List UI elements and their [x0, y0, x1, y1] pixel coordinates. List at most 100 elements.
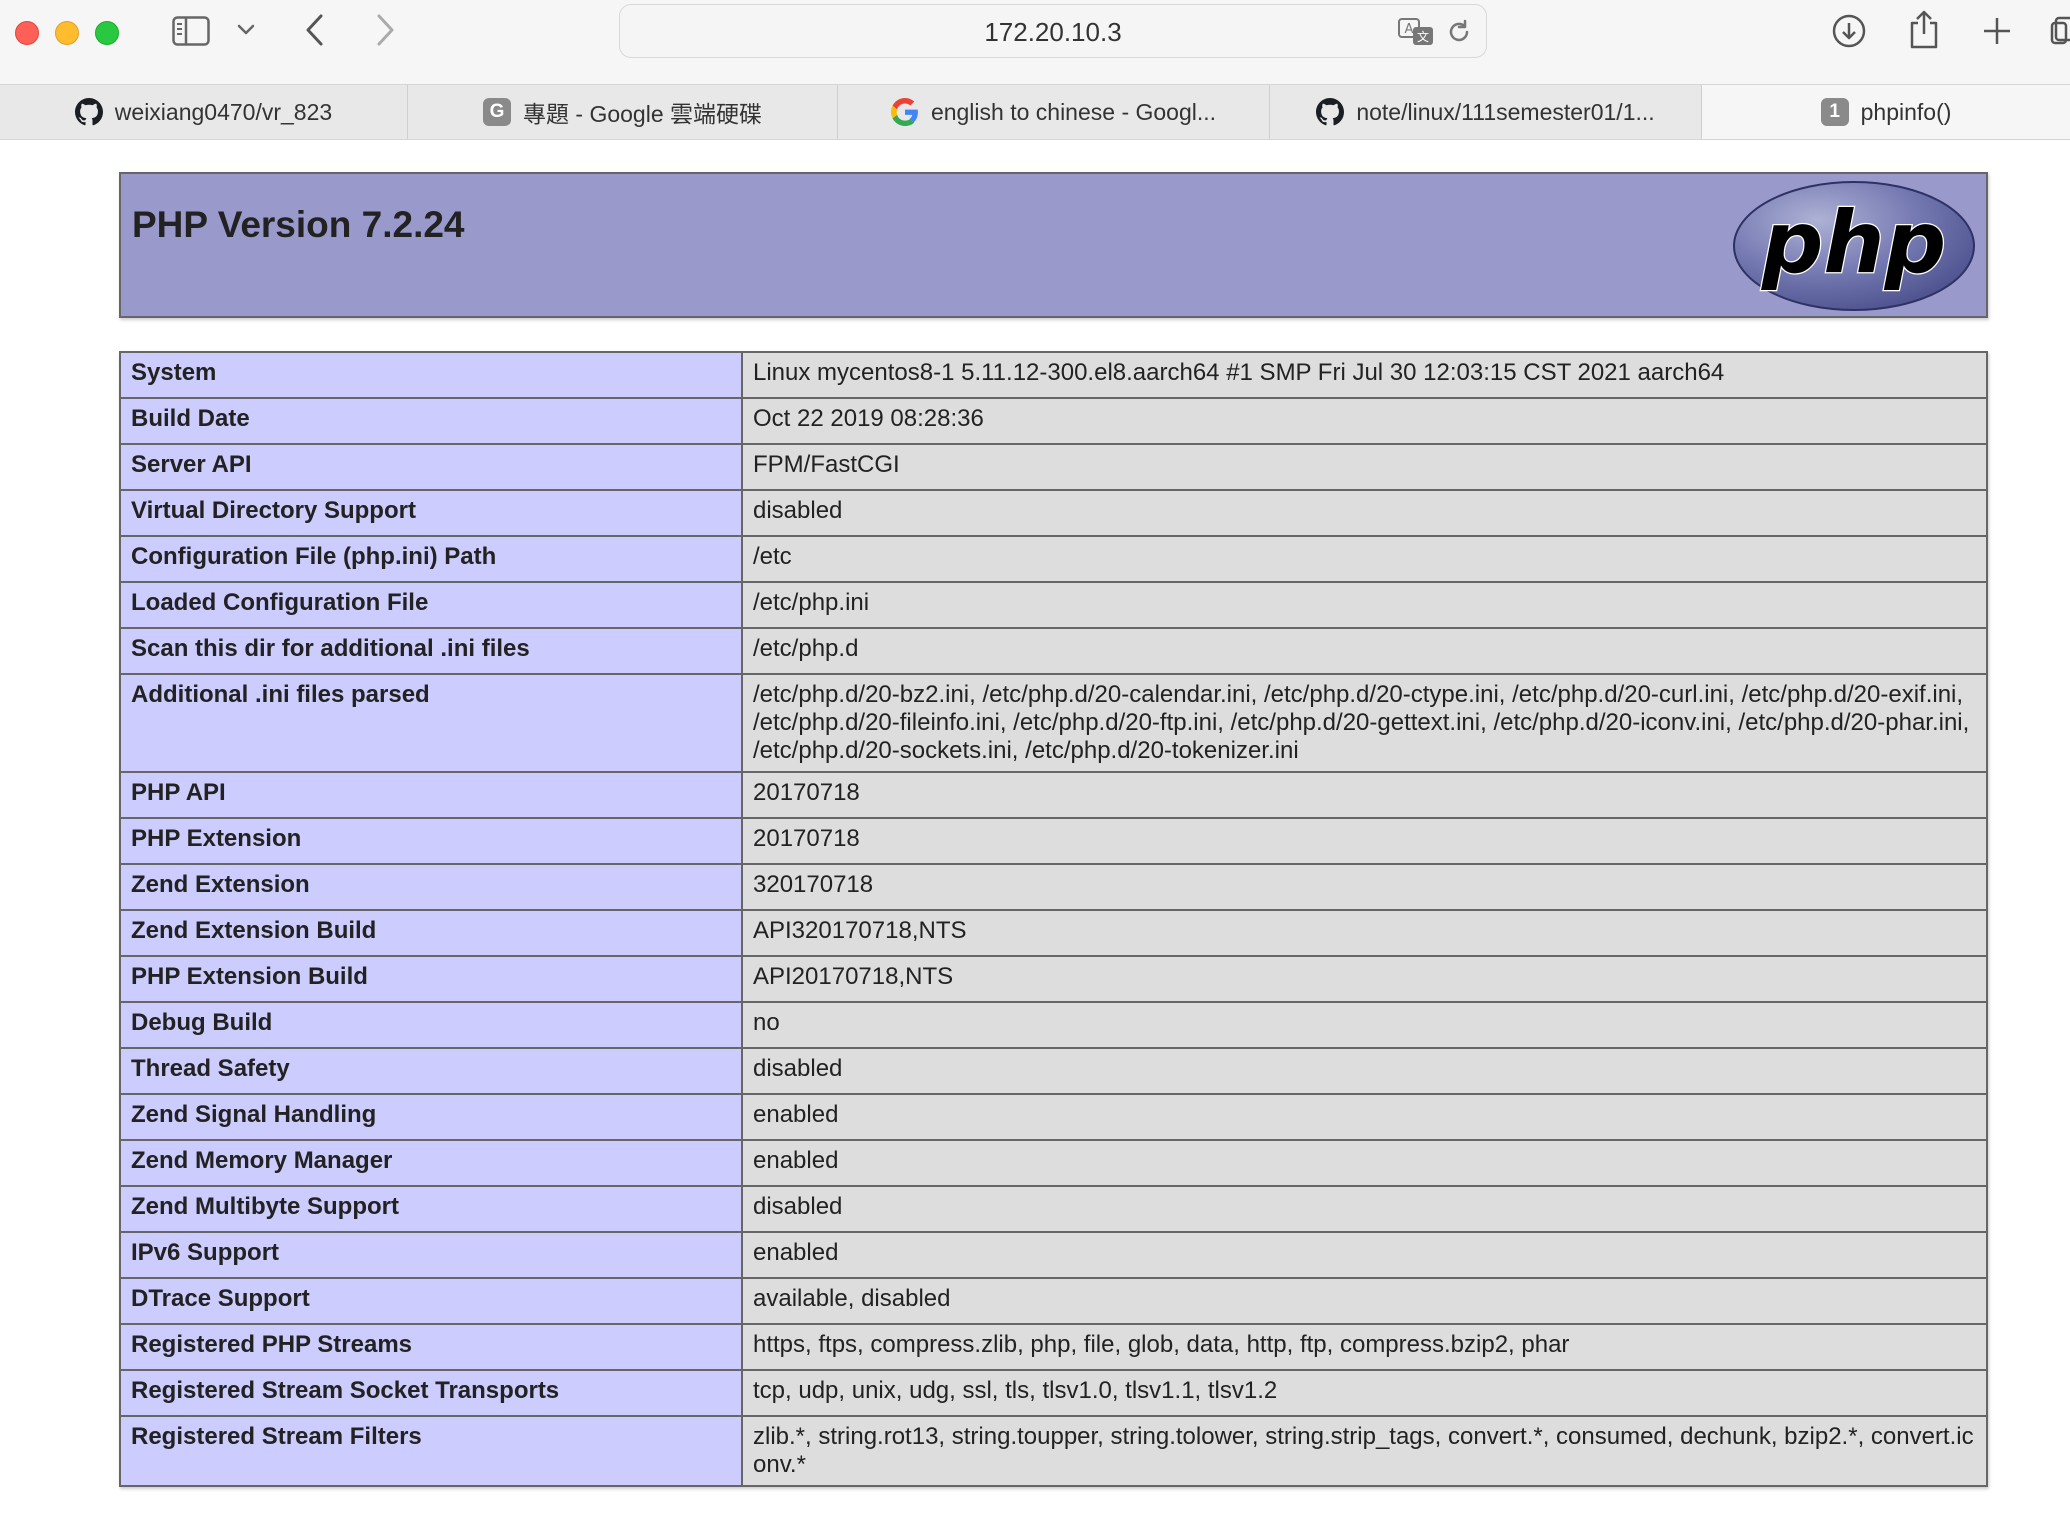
share-icon[interactable]	[1906, 8, 1942, 50]
g-badge-icon: G	[483, 98, 511, 126]
github-icon	[74, 98, 103, 126]
zoom-window-button[interactable]	[95, 21, 119, 45]
setting-value: /etc/php.d	[741, 627, 1988, 675]
table-row: System Linux mycentos8-1 5.11.12-300.el8.…	[119, 351, 1988, 399]
table-row: Zend Memory Manager enabled	[119, 1139, 1988, 1187]
setting-name: Registered PHP Streams	[119, 1323, 743, 1371]
table-row: Registered Stream Filters zlib.*, string.…	[119, 1415, 1988, 1487]
table-row: Virtual Directory Support disabled	[119, 489, 1988, 537]
setting-value: enabled	[741, 1093, 1988, 1141]
tab-label: english to chinese - Googl...	[930, 98, 1217, 125]
tab-bar: weixiang0470/vr_823 G 專題 - Google 雲端硬碟 e…	[0, 84, 2070, 140]
setting-value: available, disabled	[741, 1277, 1988, 1325]
setting-name: PHP API	[119, 771, 743, 819]
setting-value: /etc/php.ini	[741, 581, 1988, 629]
table-row: Server API FPM/FastCGI	[119, 443, 1988, 491]
table-row: Zend Extension Build API320170718,NTS	[119, 909, 1988, 957]
forward-icon[interactable]	[370, 12, 400, 48]
setting-name: Loaded Configuration File	[119, 581, 743, 629]
table-row: PHP Extension 20170718	[119, 817, 1988, 865]
setting-value: 320170718	[741, 863, 1988, 911]
tab-label: weixiang0470/vr_823	[114, 98, 333, 125]
google-icon	[890, 98, 919, 126]
setting-value: FPM/FastCGI	[741, 443, 1988, 491]
php-logo-text: php	[1761, 193, 1946, 293]
setting-name: Server API	[119, 443, 743, 491]
tab-github-vr823[interactable]: weixiang0470/vr_823	[0, 85, 408, 139]
setting-value: https, ftps, compress.zlib, php, file, g…	[741, 1323, 1988, 1371]
setting-name: Zend Extension	[119, 863, 743, 911]
tab-google-translate[interactable]: english to chinese - Googl...	[838, 85, 1270, 139]
setting-name: Zend Memory Manager	[119, 1139, 743, 1187]
table-row: PHP API 20170718	[119, 771, 1988, 819]
setting-name: Configuration File (php.ini) Path	[119, 535, 743, 583]
new-tab-icon[interactable]	[1980, 14, 2014, 48]
table-row: Zend Signal Handling enabled	[119, 1093, 1988, 1141]
downloads-icon[interactable]	[1830, 12, 1868, 50]
setting-name: Zend Multibyte Support	[119, 1185, 743, 1233]
page-title: PHP Version 7.2.24	[132, 204, 465, 245]
setting-value: 20170718	[741, 817, 1988, 865]
tab-label: phpinfo()	[1860, 98, 1952, 125]
table-row: DTrace Support available, disabled	[119, 1277, 1988, 1325]
table-row: Thread Safety disabled	[119, 1047, 1988, 1095]
table-row: Loaded Configuration File/etc/php.ini	[119, 581, 1988, 629]
url-text: 172.20.10.3	[984, 17, 1122, 47]
table-row: Scan this dir for additional .ini files /…	[119, 627, 1988, 675]
back-icon[interactable]	[300, 12, 330, 48]
setting-value: no	[741, 1001, 1988, 1049]
setting-name: Debug Build	[119, 1001, 743, 1049]
browser-toolbar: 172.20.10.3 A文	[0, 0, 2070, 84]
setting-value: enabled	[741, 1231, 1988, 1279]
reload-icon[interactable]	[1444, 17, 1474, 47]
setting-value: disabled	[741, 489, 1988, 537]
setting-value: tcp, udp, unix, udg, ssl, tls, tlsv1.0, …	[741, 1369, 1988, 1417]
setting-value: API20170718,NTS	[741, 955, 1988, 1003]
setting-name: Additional .ini files parsed	[119, 673, 743, 773]
close-window-button[interactable]	[15, 21, 39, 45]
table-row: PHP Extension Build API20170718,NTS	[119, 955, 1988, 1003]
svg-text:文: 文	[1417, 29, 1429, 44]
minimize-window-button[interactable]	[55, 21, 79, 45]
setting-name: Zend Signal Handling	[119, 1093, 743, 1141]
setting-value: API320170718,NTS	[741, 909, 1988, 957]
table-row: Zend Multibyte Support disabled	[119, 1185, 1988, 1233]
setting-name: Zend Extension Build	[119, 909, 743, 957]
setting-name: Virtual Directory Support	[119, 489, 743, 537]
table-row: IPv6 Support enabled	[119, 1231, 1988, 1279]
chevron-down-icon[interactable]	[234, 18, 258, 42]
setting-value: zlib.*, string.rot13, string.toupper, st…	[741, 1415, 1988, 1487]
setting-name: IPv6 Support	[119, 1231, 743, 1279]
address-bar[interactable]: 172.20.10.3 A文	[619, 4, 1487, 58]
table-row: Build Date Oct 22 2019 08:28:36	[119, 397, 1988, 445]
setting-value: disabled	[741, 1185, 1988, 1233]
tab-overview-icon[interactable]	[2050, 14, 2070, 48]
table-row: Registered Stream Socket Transports tcp, …	[119, 1369, 1988, 1417]
tab-google-drive[interactable]: G 專題 - Google 雲端硬碟	[408, 85, 838, 139]
table-row: Debug Build no	[119, 1001, 1988, 1049]
number-badge-icon: 1	[1820, 98, 1849, 126]
setting-name: Registered Stream Filters	[119, 1415, 743, 1487]
setting-value: /etc/php.d/20-bz2.ini, /etc/php.d/20-cal…	[741, 673, 1988, 773]
table-row: Configuration File (php.ini) Path/etc	[119, 535, 1988, 583]
php-logo-icon[interactable]: php	[1732, 180, 1976, 312]
setting-name: DTrace Support	[119, 1277, 743, 1325]
translate-icon[interactable]: A文	[1396, 17, 1436, 47]
setting-value: enabled	[741, 1139, 1988, 1187]
table-row: Registered PHP Streams https, ftps, compr…	[119, 1323, 1988, 1371]
setting-name: Registered Stream Socket Transports	[119, 1369, 743, 1417]
page-content: PHP Version 7.2.24 php System Linux mycen…	[0, 140, 2070, 1528]
tab-github-note[interactable]: note/linux/111semester01/1...	[1270, 85, 1702, 139]
setting-name: PHP Extension	[119, 817, 743, 865]
setting-value: /etc	[741, 535, 1988, 583]
setting-value: Oct 22 2019 08:28:36	[741, 397, 1988, 445]
sidebar-toggle-icon[interactable]	[170, 14, 212, 48]
tab-phpinfo[interactable]: 1 phpinfo()	[1702, 85, 2070, 139]
php-version-header: PHP Version 7.2.24 php	[119, 172, 1988, 318]
svg-text:A: A	[1405, 22, 1414, 37]
setting-name: Scan this dir for additional .ini files	[119, 627, 743, 675]
tab-label: note/linux/111semester01/1...	[1356, 98, 1655, 125]
setting-name: Build Date	[119, 397, 743, 445]
setting-value: Linux mycentos8-1 5.11.12-300.el8.aarch6…	[741, 351, 1988, 399]
table-row: Additional .ini files parsed/etc/php.d/2…	[119, 673, 1988, 773]
